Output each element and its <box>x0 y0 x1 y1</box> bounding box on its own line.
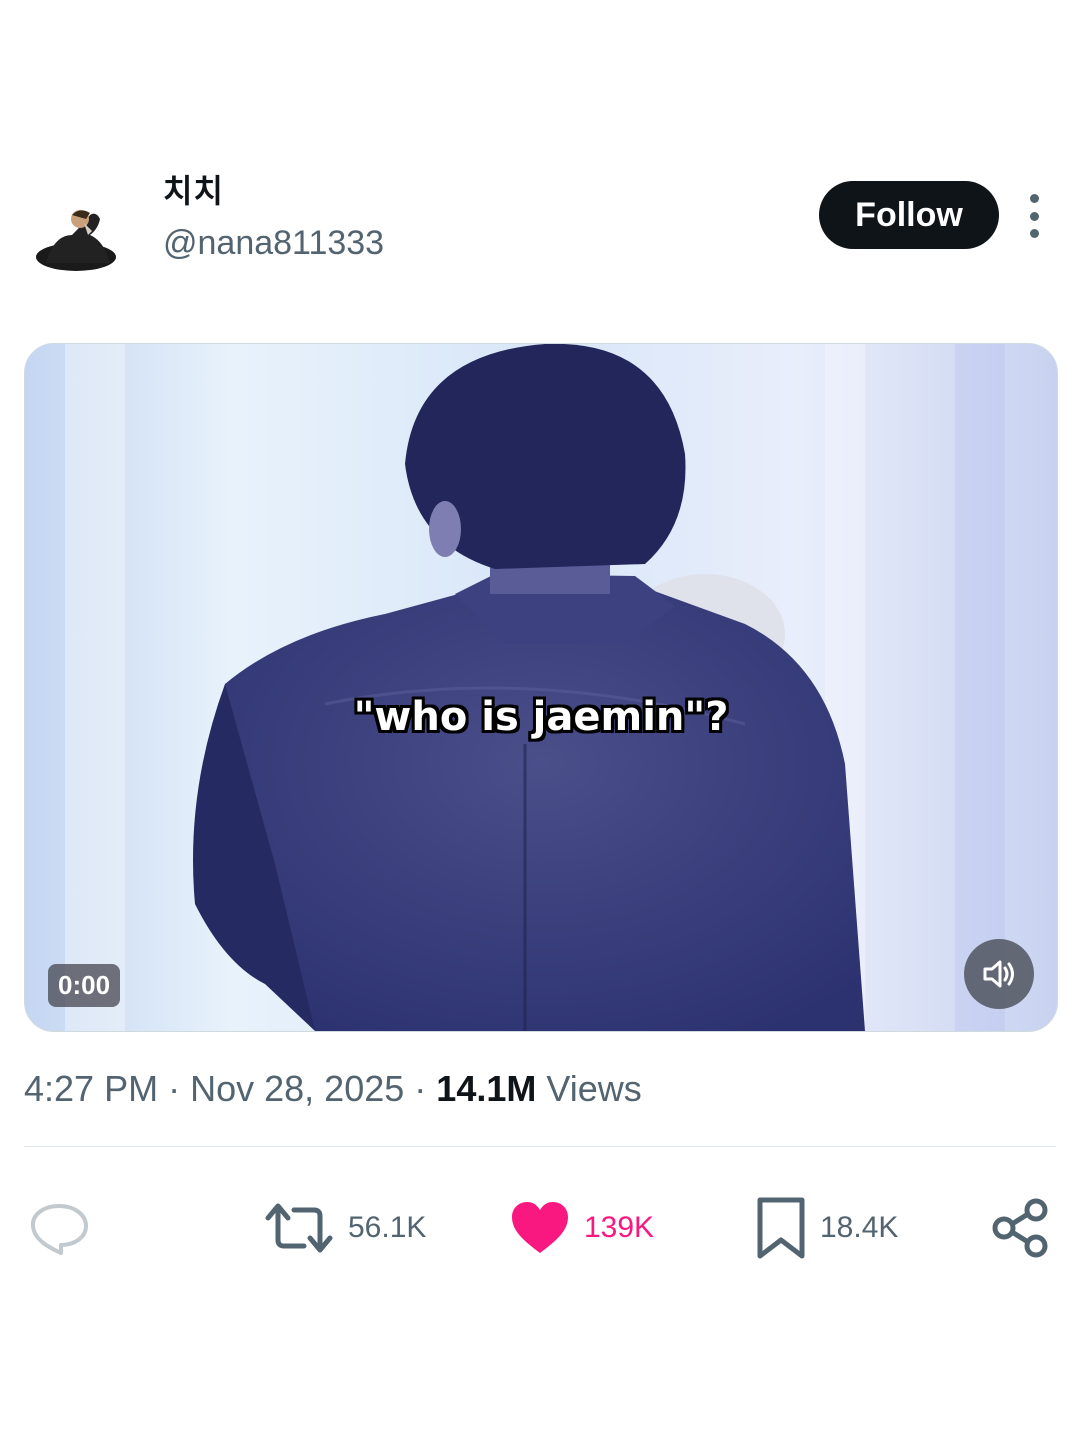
more-vertical-icon[interactable] <box>1018 194 1050 238</box>
bookmark-button[interactable]: 18.4K <box>756 1196 898 1260</box>
share-icon <box>992 1198 1048 1258</box>
heart-icon <box>512 1202 568 1253</box>
video-frame <box>25 344 1057 1031</box>
like-count: 139K <box>584 1211 655 1244</box>
reply-button[interactable] <box>28 1196 90 1260</box>
avatar[interactable] <box>34 205 118 277</box>
meta-separator: · <box>168 1068 181 1109</box>
views-label[interactable]: Views <box>546 1068 641 1109</box>
tweet-time[interactable]: 4:27 PM <box>24 1068 158 1109</box>
share-button[interactable] <box>990 1196 1050 1260</box>
views-count[interactable]: 14.1M <box>436 1068 536 1109</box>
volume-button[interactable] <box>964 939 1034 1009</box>
speaker-icon <box>983 960 1014 988</box>
repost-count: 56.1K <box>348 1211 427 1244</box>
video-player[interactable]: "who is jaemin"? 0:00 <box>24 343 1058 1032</box>
video-timecode: 0:00 <box>48 964 121 1007</box>
bookmark-count: 18.4K <box>820 1211 899 1244</box>
bookmark-icon <box>757 1197 805 1259</box>
reply-bubble-icon <box>30 1204 88 1255</box>
tweet-date[interactable]: Nov 28, 2025 <box>190 1068 404 1109</box>
repost-button[interactable]: 56.1K <box>264 1196 426 1260</box>
like-button[interactable]: 139K <box>510 1196 654 1260</box>
meta-separator: · <box>414 1068 427 1109</box>
tweet-meta: 4:27 PM · Nov 28, 2025 · 14.1M Views <box>24 1068 642 1110</box>
divider <box>24 1146 1056 1147</box>
tweet-detail: 치치 @nana811333 Follow "who is jaemin"? 0… <box>0 0 1080 1440</box>
video-caption: "who is jaemin"? <box>353 694 729 740</box>
user-handle[interactable]: @nana811333 <box>163 224 384 263</box>
display-name[interactable]: 치치 <box>163 166 224 212</box>
follow-button[interactable]: Follow <box>819 181 999 249</box>
repost-icon <box>265 1203 333 1253</box>
